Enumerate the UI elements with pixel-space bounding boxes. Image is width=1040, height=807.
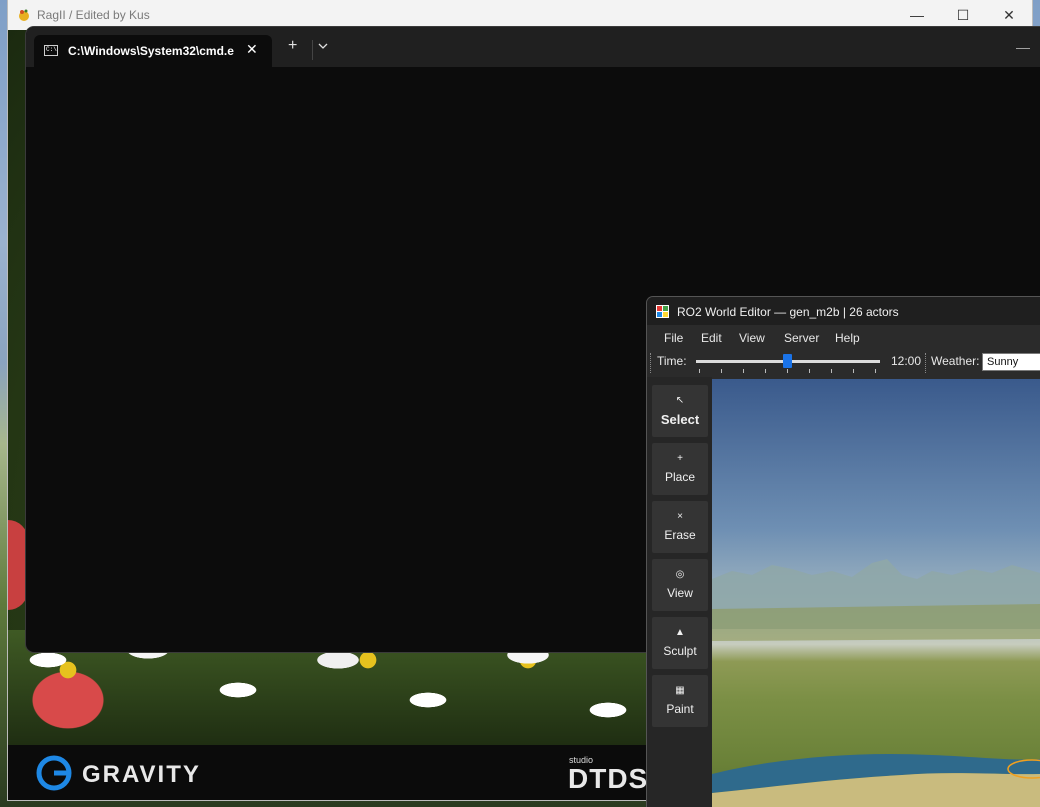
editor-title: RO2 World Editor — gen_m2b | 26 actors bbox=[677, 305, 899, 319]
tab-close-icon[interactable]: ✕ bbox=[246, 41, 258, 58]
dtds-brand-text: DTDS bbox=[568, 763, 649, 794]
target-icon: ◎ bbox=[675, 569, 685, 580]
launcher-title: RagII / Edited by Kus bbox=[37, 8, 150, 22]
editor-menubar: File Edit View Server Help bbox=[647, 325, 1040, 351]
weather-select[interactable]: Sunny bbox=[982, 353, 1040, 371]
tab-separator bbox=[312, 40, 313, 60]
time-label: Time: bbox=[657, 354, 687, 368]
grid-icon: ▦ bbox=[675, 685, 685, 696]
launcher-app-icon bbox=[19, 9, 29, 21]
editor-timebar: Time: 12:00 Weather: Sunny bbox=[647, 351, 1040, 377]
cmd-icon: C:\ bbox=[44, 45, 58, 56]
launcher-titlebar[interactable]: RagII / Edited by Kus — ☐ ✕ bbox=[8, 0, 1032, 30]
menu-help[interactable]: Help bbox=[835, 331, 860, 345]
paint-tool-button[interactable]: ▦ Paint bbox=[652, 675, 708, 727]
launcher-close-button[interactable]: ✕ bbox=[986, 0, 1032, 30]
launcher-footer: GRAVITY studio DTDS bbox=[8, 745, 668, 800]
tool-label: Paint bbox=[666, 702, 694, 716]
cursor-arrow-icon: ↖ bbox=[675, 395, 685, 406]
toolbar-separator bbox=[925, 353, 927, 373]
banner-character bbox=[8, 520, 28, 610]
terminal-tab[interactable]: C:\ C:\Windows\System32\cmd.e ✕ bbox=[34, 35, 272, 67]
menu-view[interactable]: View bbox=[739, 331, 765, 345]
tool-palette: ↖ Select + Place × Erase ◎ View ▲ Sculpt… bbox=[647, 377, 712, 807]
time-slider-ticks bbox=[699, 369, 879, 373]
minimize-icon: — bbox=[910, 7, 924, 23]
menu-edit[interactable]: Edit bbox=[701, 331, 722, 345]
terminal-tab-title: C:\Windows\System32\cmd.e bbox=[68, 44, 234, 58]
toolbar-grip[interactable] bbox=[650, 353, 653, 373]
select-tool-button[interactable]: ↖ Select bbox=[652, 385, 708, 437]
editor-titlebar[interactable]: RO2 World Editor — gen_m2b | 26 actors bbox=[647, 297, 1040, 325]
close-icon: ✕ bbox=[1003, 6, 1015, 23]
tool-label: Select bbox=[660, 412, 700, 427]
editor-app-icon bbox=[656, 305, 669, 318]
time-value: 12:00 bbox=[891, 354, 922, 368]
x-icon: × bbox=[677, 511, 683, 522]
gravity-logo-icon bbox=[36, 755, 72, 791]
tool-label: Place bbox=[664, 470, 696, 484]
tool-label: View bbox=[667, 586, 693, 600]
erase-tool-button[interactable]: × Erase bbox=[652, 501, 708, 553]
terminal-tabbar[interactable]: C:\ C:\Windows\System32\cmd.e ✕ + — bbox=[26, 27, 1040, 67]
editor-window: RO2 World Editor — gen_m2b | 26 actors F… bbox=[647, 297, 1040, 807]
time-slider-thumb[interactable] bbox=[783, 354, 792, 368]
new-tab-button[interactable]: + bbox=[288, 37, 297, 55]
gravity-brand-text: GRAVITY bbox=[82, 761, 201, 788]
launcher-minimize-button[interactable]: — bbox=[894, 0, 940, 30]
chevron-down-icon[interactable] bbox=[318, 41, 328, 51]
menu-file[interactable]: File bbox=[664, 331, 683, 345]
tool-label: Erase bbox=[664, 528, 696, 542]
view-tool-button[interactable]: ◎ View bbox=[652, 559, 708, 611]
terminal-minimize-button[interactable]: — bbox=[1016, 39, 1030, 55]
tool-label: Sculpt bbox=[663, 644, 697, 658]
place-tool-button[interactable]: + Place bbox=[652, 443, 708, 495]
launcher-maximize-button[interactable]: ☐ bbox=[940, 0, 986, 30]
maximize-icon: ☐ bbox=[956, 6, 970, 23]
plus-icon: + bbox=[677, 453, 683, 464]
terrain-render bbox=[712, 559, 1040, 807]
triangle-icon: ▲ bbox=[675, 627, 685, 638]
weather-label: Weather: bbox=[931, 354, 980, 368]
menu-server[interactable]: Server bbox=[784, 331, 819, 345]
world-viewport[interactable] bbox=[712, 379, 1040, 807]
sculpt-tool-button[interactable]: ▲ Sculpt bbox=[652, 617, 708, 669]
